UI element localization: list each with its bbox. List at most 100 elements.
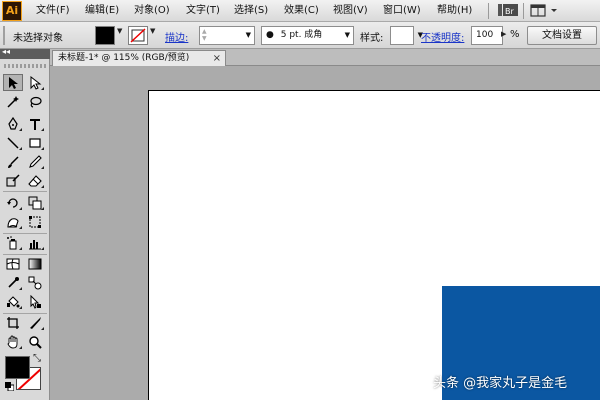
menu-file[interactable]: 文件(F) bbox=[36, 3, 70, 19]
collapse-panel-icon[interactable]: ◂◂ bbox=[2, 47, 10, 56]
column-graph-icon bbox=[29, 239, 41, 249]
stroke-weight-dropdown[interactable]: ▲ ▼ ▼ bbox=[199, 26, 255, 45]
slice-knife-icon bbox=[30, 316, 41, 329]
style-label: 样式: bbox=[360, 33, 384, 44]
zoom-tool[interactable] bbox=[25, 333, 45, 350]
tool-flyout-icon bbox=[19, 147, 22, 150]
menu-view[interactable]: 视图(V) bbox=[333, 3, 368, 19]
document-settings-button[interactable]: 文档设置 bbox=[527, 26, 597, 45]
opacity-arrow-icon[interactable]: ▶ bbox=[501, 30, 506, 38]
opacity-link[interactable]: 不透明度: bbox=[421, 29, 464, 44]
arrange-documents-button[interactable] bbox=[530, 2, 560, 20]
tool-flyout-icon bbox=[41, 207, 44, 210]
stroke-color-swatch[interactable] bbox=[128, 26, 148, 45]
brush-definition-dropdown[interactable]: ● 5 pt. 成角 ▼ bbox=[261, 26, 354, 45]
menu-type[interactable]: 文字(T) bbox=[186, 3, 220, 19]
fill-swatch[interactable] bbox=[5, 356, 30, 379]
blend-icon bbox=[28, 276, 42, 289]
direct-selection-tool[interactable] bbox=[25, 74, 45, 91]
toolbox-separator bbox=[3, 191, 47, 192]
live-paint-selection-tool[interactable] bbox=[25, 293, 45, 310]
free-transform-tool[interactable] bbox=[25, 213, 45, 230]
tool-flyout-icon bbox=[19, 346, 22, 349]
blob-brush-tool[interactable] bbox=[3, 172, 23, 189]
selection-tool[interactable] bbox=[3, 74, 23, 91]
graphic-style-swatch[interactable]: ▼ bbox=[390, 26, 423, 45]
arrange-documents-icon bbox=[530, 4, 557, 17]
pen-tool[interactable] bbox=[3, 115, 23, 132]
blend-tool[interactable] bbox=[25, 274, 45, 291]
gradient-tool[interactable] bbox=[25, 255, 45, 272]
paint-bucket-icon bbox=[7, 295, 20, 307]
swap-fill-stroke-icon[interactable]: ⤡ bbox=[33, 353, 41, 364]
tool-flyout-icon bbox=[19, 128, 22, 131]
type-tool[interactable] bbox=[25, 115, 45, 132]
menu-select[interactable]: 选择(S) bbox=[234, 3, 268, 19]
opacity-value: 100 bbox=[476, 30, 494, 40]
menu-bar: Ai 文件(F) 编辑(E) 对象(O) 文字(T) 选择(S) 效果(C) 视… bbox=[0, 0, 600, 22]
column-graph-tool[interactable] bbox=[25, 234, 45, 251]
scale-icon bbox=[28, 196, 42, 209]
menu-effect[interactable]: 效果(C) bbox=[284, 3, 319, 19]
fill-dropdown-arrow-icon[interactable]: ▼ bbox=[117, 27, 122, 35]
warp-hand-icon bbox=[7, 217, 19, 228]
menu-object[interactable]: 对象(O) bbox=[134, 3, 170, 19]
pencil-tool[interactable] bbox=[25, 153, 45, 170]
tool-flyout-icon bbox=[41, 327, 44, 330]
menu-help[interactable]: 帮助(H) bbox=[437, 3, 472, 19]
watermark-text: 头条 @我家丸子是金毛 bbox=[433, 376, 568, 391]
eraser-icon bbox=[28, 174, 42, 187]
default-colors-icon[interactable] bbox=[5, 382, 14, 391]
menu-separator bbox=[488, 3, 489, 19]
opacity-input[interactable]: 100 bbox=[471, 26, 503, 45]
lasso-tool[interactable] bbox=[25, 93, 45, 110]
selection-arrow-icon bbox=[9, 76, 18, 89]
symbol-sprayer-tool[interactable] bbox=[3, 234, 23, 251]
mesh-tool[interactable] bbox=[3, 255, 23, 272]
stroke-dropdown-arrow-icon[interactable]: ▼ bbox=[150, 27, 155, 35]
hand-tool[interactable] bbox=[3, 333, 23, 350]
stroke-weight-stepper-icon[interactable]: ▲ ▼ bbox=[202, 28, 207, 42]
rotate-icon bbox=[7, 197, 18, 208]
tool-flyout-icon bbox=[41, 87, 44, 90]
chevron-down-icon: ▼ bbox=[344, 31, 350, 39]
eyedropper-tool[interactable] bbox=[3, 274, 23, 291]
canvas-area[interactable] bbox=[50, 66, 600, 400]
bridge-button[interactable]: Br bbox=[497, 2, 519, 20]
live-paint-bucket-tool[interactable] bbox=[3, 293, 23, 310]
rotate-tool[interactable] bbox=[3, 194, 23, 211]
line-segment-icon bbox=[7, 136, 19, 149]
symbol-sprayer-icon bbox=[7, 235, 17, 249]
close-icon[interactable]: × bbox=[213, 51, 221, 66]
menu-window[interactable]: 窗口(W) bbox=[383, 3, 421, 19]
tool-flyout-icon bbox=[19, 306, 22, 309]
toolbox-grip[interactable] bbox=[4, 64, 46, 68]
menu-edit[interactable]: 编辑(E) bbox=[85, 3, 119, 19]
warp-tool[interactable] bbox=[3, 213, 23, 230]
tool-flyout-icon bbox=[19, 207, 22, 210]
live-paint-selection-icon bbox=[30, 294, 41, 309]
type-t-icon bbox=[30, 118, 40, 130]
tool-flyout-icon bbox=[19, 247, 22, 250]
no-stroke-icon bbox=[130, 28, 146, 43]
fill-color-swatch[interactable] bbox=[95, 26, 115, 45]
svg-text:Br: Br bbox=[505, 7, 514, 16]
control-bar-grip-icon bbox=[3, 26, 5, 45]
line-segment-tool[interactable] bbox=[3, 134, 23, 151]
eraser-tool[interactable] bbox=[25, 172, 45, 189]
gradient-icon bbox=[28, 258, 42, 269]
free-transform-icon bbox=[29, 215, 41, 228]
slice-tool[interactable] bbox=[25, 314, 45, 331]
scale-tool[interactable] bbox=[25, 194, 45, 211]
direct-selection-arrow-icon bbox=[30, 75, 42, 90]
tool-flyout-icon bbox=[19, 287, 22, 290]
rectangle-tool[interactable] bbox=[25, 134, 45, 151]
brush-dot-icon: ● bbox=[266, 30, 274, 40]
magic-wand-tool[interactable] bbox=[3, 93, 23, 110]
eyedropper-icon bbox=[8, 276, 19, 288]
document-tab-title: 未标题-1* @ 115% (RGB/预览) bbox=[58, 53, 190, 63]
document-tab[interactable]: 未标题-1* @ 115% (RGB/预览) × bbox=[52, 50, 226, 66]
crop-area-tool[interactable] bbox=[3, 314, 23, 331]
stroke-link[interactable]: 描边: bbox=[165, 29, 188, 44]
paintbrush-tool[interactable] bbox=[3, 153, 23, 170]
